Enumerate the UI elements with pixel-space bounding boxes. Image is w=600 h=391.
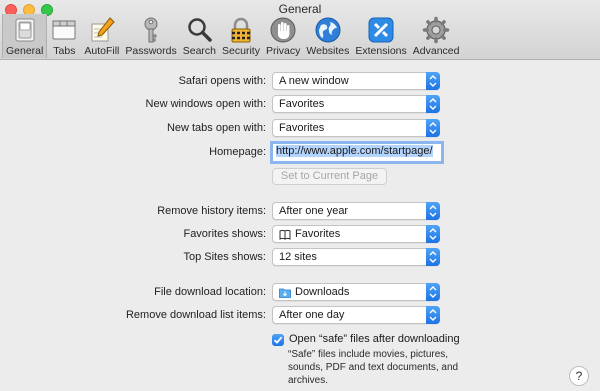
file-download-location-label: File download location:: [154, 286, 266, 298]
popup-arrows-icon: [426, 72, 440, 90]
tab-label: Websites: [306, 45, 350, 57]
popup-value: 12 sites: [279, 251, 317, 263]
tab-label: Advanced: [412, 45, 460, 57]
remove-download-list-items-popup[interactable]: After one day: [272, 306, 440, 324]
open-safe-files-label[interactable]: Open “safe” files after downloading: [289, 333, 460, 345]
safari-opens-with-label: Safari opens with:: [178, 75, 266, 87]
remove-history-items-label: Remove history items:: [157, 205, 266, 217]
tab-label: Passwords: [125, 45, 177, 57]
general-switch-icon: [15, 18, 35, 42]
popup-arrows-icon: [426, 248, 440, 266]
popup-arrows-icon: [426, 119, 440, 137]
popup-value: After one day: [279, 309, 345, 321]
set-to-current-page-button[interactable]: Set to Current Page: [272, 168, 387, 185]
favorites-shows-label: Favorites shows:: [183, 228, 266, 240]
popup-value: Favorites: [279, 98, 325, 110]
remove-download-list-items-label: Remove download list items:: [125, 309, 266, 321]
tab-label: Search: [182, 45, 217, 57]
remove-history-items-popup[interactable]: After one year: [272, 202, 440, 220]
padlock-icon: [231, 17, 251, 43]
puzzle-icon: [368, 17, 394, 43]
checkmark-icon: [273, 336, 283, 344]
tab-label: General: [6, 45, 44, 57]
popup-arrows-icon: [426, 225, 440, 243]
magnifier-icon: [188, 18, 213, 42]
tab-label: Security: [222, 45, 260, 57]
tab-label: Tabs: [53, 45, 76, 57]
popup-value-with-icon: Downloads: [279, 286, 349, 298]
gear-icon: [422, 16, 450, 44]
tab-tabs[interactable]: Tabs: [47, 14, 81, 58]
tab-autofill[interactable]: AutoFill: [81, 14, 122, 58]
key-icon: [144, 17, 158, 43]
help-button[interactable]: ?: [569, 366, 589, 386]
file-download-location-value: Downloads: [295, 286, 350, 298]
toolbar: General General Tabs AutoFill Passwords …: [0, 0, 600, 60]
tab-label: Privacy: [265, 45, 301, 57]
homepage-label: Homepage:: [209, 146, 266, 158]
top-sites-shows-label: Top Sites shows:: [183, 251, 266, 263]
popup-value: After one year: [279, 205, 349, 217]
new-windows-open-with-popup[interactable]: Favorites: [272, 95, 440, 113]
preference-tabs: General Tabs AutoFill Passwords Search S…: [2, 14, 462, 58]
pencil-form-icon: [91, 17, 115, 42]
tab-general[interactable]: General: [2, 14, 48, 58]
popup-value-with-icon: Favorites: [279, 228, 340, 240]
new-tabs-open-with-label: New tabs open with:: [166, 122, 266, 134]
tab-passwords[interactable]: Passwords: [122, 14, 179, 58]
tab-security[interactable]: Security: [219, 14, 263, 58]
popup-value: A new window: [279, 75, 349, 87]
popup-arrows-icon: [426, 202, 440, 220]
favorites-shows-value: Favorites: [295, 228, 341, 240]
popup-arrows-icon: [426, 95, 440, 113]
hand-icon: [270, 17, 296, 43]
book-icon: [279, 229, 291, 240]
tab-search[interactable]: Search: [180, 14, 219, 58]
homepage-value: http://www.apple.com/startpage/: [276, 145, 433, 157]
tab-advanced[interactable]: Advanced: [410, 14, 463, 58]
tab-extensions[interactable]: Extensions: [352, 14, 409, 58]
safari-opens-with-popup[interactable]: A new window: [272, 72, 440, 90]
globe-icon: [315, 17, 341, 43]
popup-arrows-icon: [426, 306, 440, 324]
homepage-field[interactable]: http://www.apple.com/startpage/: [272, 143, 442, 162]
tabs-window-icon: [52, 20, 76, 40]
tab-label: AutoFill: [84, 45, 120, 57]
tab-label: Extensions: [355, 45, 407, 57]
open-safe-files-checkbox[interactable]: [272, 334, 284, 346]
downloads-folder-icon: [279, 288, 291, 298]
tab-websites[interactable]: Websites: [303, 14, 352, 58]
preferences-window: General General Tabs AutoFill Passwords …: [0, 0, 600, 391]
favorites-shows-popup[interactable]: Favorites: [272, 225, 440, 243]
safe-files-note: “Safe” files include movies, pictures, s…: [288, 349, 459, 386]
new-windows-open-with-label: New windows open with:: [145, 98, 266, 110]
tab-privacy[interactable]: Privacy: [263, 14, 303, 58]
file-download-location-popup[interactable]: Downloads: [272, 283, 440, 301]
new-tabs-open-with-popup[interactable]: Favorites: [272, 119, 440, 137]
popup-arrows-icon: [426, 283, 440, 301]
popup-value: Favorites: [279, 122, 325, 134]
top-sites-shows-popup[interactable]: 12 sites: [272, 248, 440, 266]
